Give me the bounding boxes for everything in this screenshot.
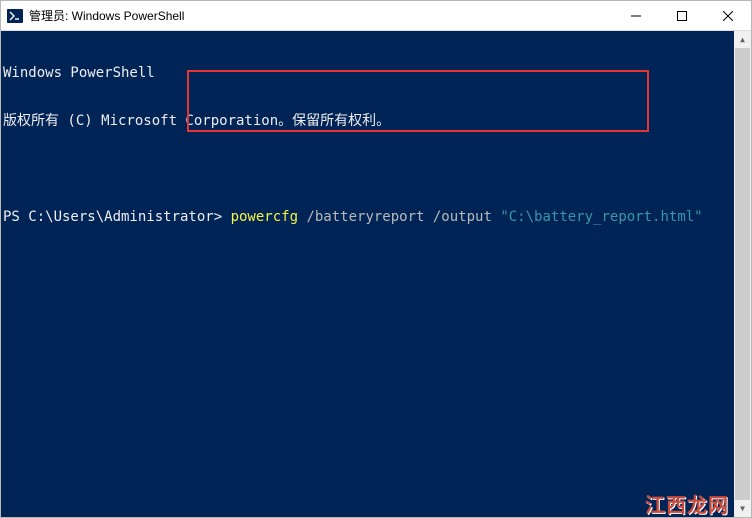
terminal-area[interactable]: Windows PowerShell 版权所有 (C) Microsoft Co…: [1, 31, 751, 517]
terminal-header-1: Windows PowerShell: [3, 65, 751, 81]
command-path: "C:\battery_report.html": [500, 209, 702, 225]
window-controls: [613, 1, 751, 30]
terminal-blank: [3, 161, 751, 177]
terminal-header-2: 版权所有 (C) Microsoft Corporation。保留所有权利。: [3, 113, 751, 129]
scroll-down-button[interactable]: ▼: [734, 500, 751, 517]
close-button[interactable]: [705, 1, 751, 31]
watermark-text: 江西龙网: [645, 498, 729, 514]
command-executable: powercfg: [231, 209, 298, 225]
powershell-window: 管理员: Windows PowerShell Windows PowerShe…: [0, 0, 752, 518]
prompt-text: PS C:\Users\Administrator>: [3, 209, 231, 225]
scroll-thumb[interactable]: [735, 48, 750, 500]
maximize-button[interactable]: [659, 1, 705, 31]
scroll-up-button[interactable]: ▲: [734, 31, 751, 48]
terminal-command-line: PS C:\Users\Administrator> powercfg /bat…: [3, 209, 751, 225]
vertical-scrollbar[interactable]: ▲ ▼: [734, 31, 751, 517]
window-title: 管理员: Windows PowerShell: [29, 7, 613, 24]
command-args: /batteryreport /output: [298, 209, 500, 225]
powershell-icon: [7, 8, 23, 24]
minimize-button[interactable]: [613, 1, 659, 31]
scroll-track[interactable]: [734, 48, 751, 500]
titlebar[interactable]: 管理员: Windows PowerShell: [1, 1, 751, 31]
